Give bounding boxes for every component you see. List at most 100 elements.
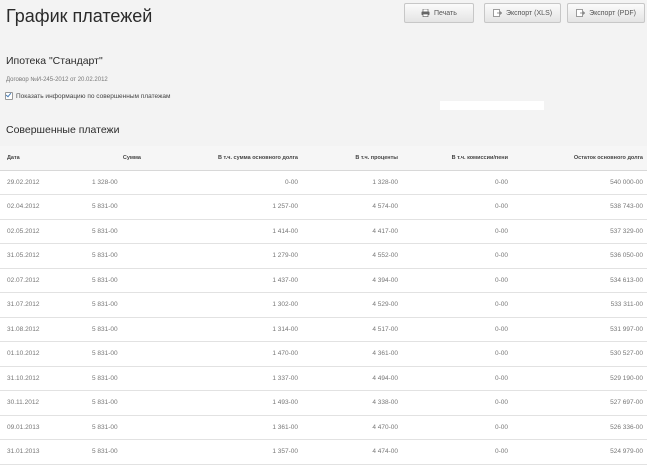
export-xls-button[interactable]: Экспорт (XLS) <box>483 3 562 23</box>
table-cell: 536 050-00 <box>512 243 647 269</box>
table-cell: 30.11.2012 <box>0 390 85 416</box>
table-cell: 5 831-00 <box>85 439 145 465</box>
show-paid-option[interactable]: Показать информацию по совершенным плате… <box>5 92 170 100</box>
table-cell: 29.02.2012 <box>0 170 85 195</box>
table-cell: 0-00 <box>402 317 512 342</box>
contract-info: Договор №И-245-2012 от 20.02.2012 <box>6 77 108 83</box>
table-cell: 5 831-00 <box>85 219 145 244</box>
table-cell: 0-00 <box>402 219 512 244</box>
table-cell: 0-00 <box>402 243 512 269</box>
table-cell: 5 831-00 <box>85 317 145 342</box>
table-cell: 530 527-00 <box>512 341 647 367</box>
table-cell: 5 831-00 <box>85 366 145 391</box>
table-row: 31.08.2012 5 831-00 1 314-00 4 517-00 0-00 53… <box>0 317 647 342</box>
table-row: 02.07.2012 5 831-00 1 437-00 4 394-00 0-00 53… <box>0 268 647 293</box>
table-cell: 0-00 <box>402 415 512 440</box>
table-row: 31.10.2012 5 831-00 1 337-00 4 494-00 0-00 52… <box>0 366 647 391</box>
table-cell: 1 337-00 <box>145 366 302 391</box>
print-button[interactable]: Печать <box>403 3 474 23</box>
table-cell: 4 474-00 <box>302 439 402 465</box>
table-cell: 31.05.2012 <box>0 243 85 269</box>
table-row: 01.10.2012 5 831-00 1 470-00 4 361-00 0-00 53… <box>0 341 647 367</box>
loan-subtitle: Ипотека "Стандарт" <box>6 55 103 67</box>
column-header: В т.ч. комиссии/пени <box>402 146 512 171</box>
table-cell: 0-00 <box>402 194 512 220</box>
column-header: Дата <box>0 146 85 171</box>
table-cell: 4 574-00 <box>302 194 402 220</box>
table-cell: 1 437-00 <box>145 268 302 293</box>
section-title: Совершенные платежи <box>6 124 120 136</box>
table-cell: 0-00 <box>402 341 512 367</box>
table-row: 31.01.2013 5 831-00 1 357-00 4 474-00 0-00 52… <box>0 439 647 465</box>
table-cell: 4 394-00 <box>302 268 402 293</box>
table-cell: 0-00 <box>402 366 512 391</box>
table-cell: 1 493-00 <box>145 390 302 416</box>
column-header: Остаток основного долга <box>512 146 647 171</box>
table-row: 02.04.2012 5 831-00 1 257-00 4 574-00 0-00 53… <box>0 194 647 220</box>
table-cell: 1 361-00 <box>145 415 302 440</box>
table-cell: 1 257-00 <box>145 194 302 220</box>
table-cell: 4 529-00 <box>302 292 402 318</box>
export-pdf-button[interactable]: Экспорт (PDF) <box>567 3 645 23</box>
export-xls-label: Экспорт (XLS) <box>505 9 553 17</box>
table-header-row: Дата Сумма В т.ч. сумма основного долга … <box>0 146 647 171</box>
table-cell: 4 494-00 <box>302 366 402 391</box>
table-cell: 31.10.2012 <box>0 366 85 391</box>
page-title: График платежей <box>6 6 153 26</box>
table-cell: 1 414-00 <box>145 219 302 244</box>
table-row: 09.01.2013 5 831-00 1 361-00 4 470-00 0-00 52… <box>0 415 647 440</box>
table-row: 30.11.2012 5 831-00 1 493-00 4 338-00 0-00 52… <box>0 390 647 416</box>
table-row: 31.07.2012 5 831-00 1 302-00 4 529-00 0-00 53… <box>0 292 647 318</box>
table-cell: 0-00 <box>402 268 512 293</box>
table-cell: 31.01.2013 <box>0 439 85 465</box>
table-cell: 1 357-00 <box>145 439 302 465</box>
table-cell: 01.10.2012 <box>0 341 85 367</box>
table-cell: 0-00 <box>402 390 512 416</box>
column-header: В т.ч. проценты <box>302 146 402 171</box>
export-pdf-label: Экспорт (PDF) <box>589 9 636 17</box>
table-cell: 02.04.2012 <box>0 194 85 220</box>
show-paid-label: Показать информацию по совершенным плате… <box>16 92 171 100</box>
table-cell: 526 336-00 <box>512 415 647 440</box>
table-cell: 4 361-00 <box>302 341 402 367</box>
table-cell: 1 314-00 <box>145 317 302 342</box>
table-cell: 534 613-00 <box>512 268 647 293</box>
table-cell: 4 517-00 <box>302 317 402 342</box>
table-cell: 02.05.2012 <box>0 219 85 244</box>
table-cell: 1 279-00 <box>145 243 302 269</box>
table-cell: 09.01.2013 <box>0 415 85 440</box>
table-cell: 524 979-00 <box>512 439 647 465</box>
table-cell: 540 000-00 <box>512 170 647 195</box>
table-cell: 0-00 <box>145 170 302 195</box>
table-cell: 5 831-00 <box>85 415 145 440</box>
show-paid-checkbox[interactable] <box>5 92 13 100</box>
table-cell: 1 470-00 <box>145 341 302 367</box>
table-cell: 538 743-00 <box>512 194 647 220</box>
printer-icon <box>421 9 430 17</box>
table-cell: 5 831-00 <box>85 341 145 367</box>
export-icon <box>493 9 502 17</box>
table-cell: 4 470-00 <box>302 415 402 440</box>
table-cell: 529 190-00 <box>512 366 647 391</box>
table-cell: 5 831-00 <box>85 194 145 220</box>
table-cell: 31.08.2012 <box>0 317 85 342</box>
table-cell: 0-00 <box>402 439 512 465</box>
toolbar: Печать Экспорт (XLS) Экспорт (PDF) <box>403 3 645 23</box>
blank-panel <box>440 101 544 110</box>
table-cell: 527 697-00 <box>512 390 647 416</box>
table-cell: 0-00 <box>402 292 512 318</box>
table-cell: 31.07.2012 <box>0 292 85 318</box>
table-cell: 5 831-00 <box>85 390 145 416</box>
payments-table: Дата Сумма В т.ч. сумма основного долга … <box>0 146 647 465</box>
table-cell: 4 417-00 <box>302 219 402 244</box>
export-icon <box>576 9 586 17</box>
table-cell: 1 328-00 <box>85 170 145 195</box>
table-cell: 02.07.2012 <box>0 268 85 293</box>
table-cell: 533 311-00 <box>512 292 647 318</box>
table-cell: 4 338-00 <box>302 390 402 416</box>
table-cell: 1 328-00 <box>302 170 402 195</box>
table-cell: 537 329-00 <box>512 219 647 244</box>
table-cell: 1 302-00 <box>145 292 302 318</box>
table-cell: 531 997-00 <box>512 317 647 342</box>
table-cell: 0-00 <box>402 170 512 195</box>
